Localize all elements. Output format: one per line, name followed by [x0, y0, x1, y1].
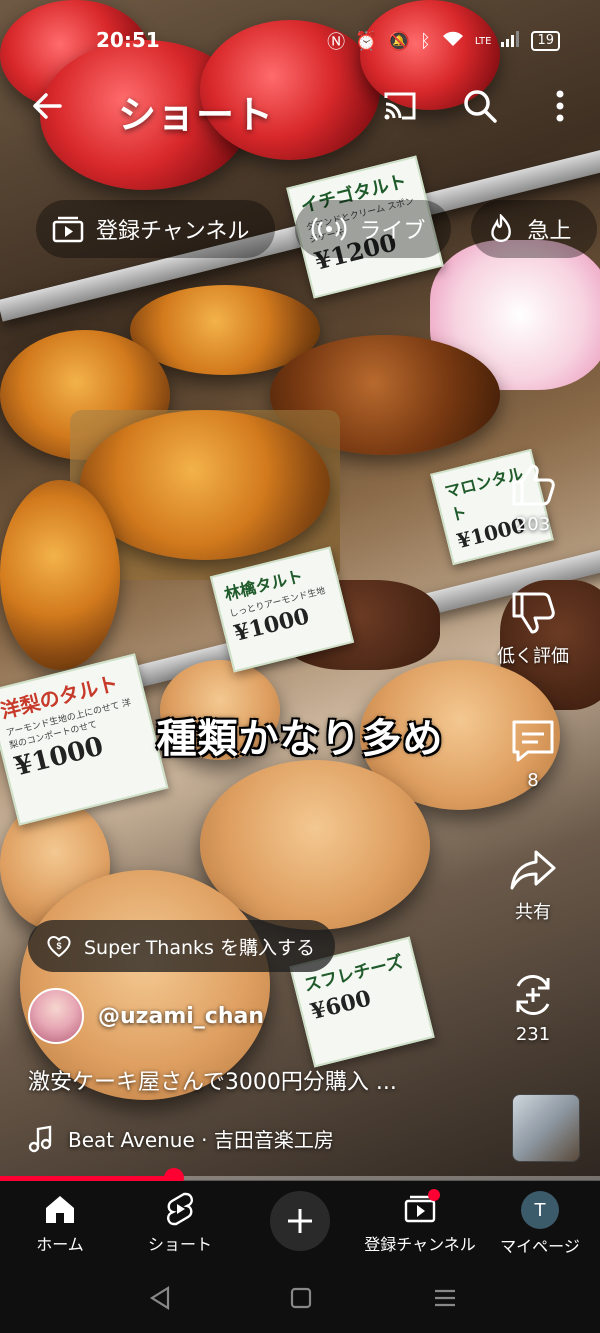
channel-handle[interactable]: @uzami_chan: [98, 1004, 264, 1029]
remix-icon: [516, 975, 550, 1015]
thumbs-down-icon: [512, 592, 555, 634]
create-button[interactable]: [270, 1191, 330, 1251]
cast-button[interactable]: [380, 86, 420, 126]
home-icon: [46, 1196, 74, 1223]
nav-home[interactable]: ホーム: [0, 1191, 120, 1255]
nav-subscriptions-label: 登録チャンネル: [364, 1235, 476, 1254]
channel-avatar[interactable]: [28, 988, 84, 1044]
feed-filter-chips: 登録チャンネル ライブ 急上: [36, 200, 598, 258]
triangle-back-icon: [149, 1286, 170, 1310]
like-count: 203: [515, 514, 551, 535]
comments-button[interactable]: 8: [488, 716, 578, 791]
system-home-button[interactable]: [286, 1283, 316, 1313]
chip-trending[interactable]: 急上: [471, 200, 598, 258]
nav-shorts[interactable]: ショート: [120, 1191, 240, 1255]
search-icon: [464, 90, 497, 123]
mute-icon: 🔕: [387, 30, 411, 52]
search-button[interactable]: [460, 86, 500, 126]
share-label: 共有: [515, 902, 551, 923]
shorts-icon: [166, 1192, 194, 1226]
status-icons: Ⓝ ⏰ 🔕 ᛒ LTE 19: [327, 28, 560, 54]
remix-count: 231: [515, 1024, 551, 1045]
video-title[interactable]: 激安ケーキ屋さんで3000円分購入 ...: [28, 1064, 397, 1096]
pear-tart-image: [0, 480, 120, 670]
alarm-icon: ⏰: [355, 30, 378, 52]
music-info[interactable]: Beat Avenue · 吉田音楽工房: [28, 1124, 334, 1153]
page-title: ショート: [118, 93, 275, 137]
network-type: LTE: [474, 35, 492, 47]
dislike-label: 低く評価: [497, 646, 569, 667]
arrow-left-icon: [33, 93, 62, 119]
thumbs-up-icon: [512, 464, 555, 506]
share-icon: [510, 850, 556, 890]
chip-live[interactable]: ライブ: [295, 200, 452, 258]
plus-icon: [288, 1209, 312, 1233]
remix-button[interactable]: 231: [488, 970, 578, 1045]
live-icon: [311, 217, 347, 241]
chip-label: 急上: [527, 219, 572, 244]
comment-icon: [512, 720, 554, 762]
music-title: Beat Avenue · 吉田音楽工房: [68, 1128, 334, 1152]
signal-icon: [501, 30, 521, 52]
chip-label: ライブ: [359, 219, 426, 244]
notification-dot: [428, 1189, 440, 1201]
chip-label: 登録チャンネル: [96, 219, 250, 244]
top-bar: ショート: [0, 80, 600, 137]
wifi-icon: [441, 30, 465, 53]
apple-tart-image: [80, 410, 330, 560]
system-navigation: [0, 1265, 600, 1333]
trending-icon: [491, 214, 512, 243]
super-thanks-label: Super Thanks を購入する: [84, 936, 315, 959]
nfc-icon: Ⓝ: [327, 32, 346, 53]
nav-profile-label: マイページ: [500, 1237, 580, 1256]
battery-indicator: 19: [531, 31, 560, 51]
square-home-icon: [290, 1287, 312, 1309]
nav-shorts-label: ショート: [147, 1235, 212, 1254]
bottom-navigation: ホーム ショート 登録チャンネル T マイページ: [0, 1181, 600, 1265]
system-recents-button[interactable]: [430, 1283, 460, 1313]
nav-profile[interactable]: T マイページ: [480, 1191, 600, 1257]
cast-icon: [384, 92, 416, 120]
status-time: 20:51: [96, 28, 160, 52]
channel-info[interactable]: @uzami_chan: [28, 988, 264, 1044]
like-button[interactable]: 203: [488, 460, 578, 535]
bluetooth-icon: ᛒ: [420, 30, 431, 52]
super-thanks-button[interactable]: $ Super Thanks を購入する: [28, 920, 335, 972]
heart-dollar-icon: $: [47, 936, 71, 958]
dislike-button[interactable]: 低く評価: [488, 588, 578, 668]
more-vertical-icon: [556, 90, 564, 122]
menu-lines-icon: [435, 1289, 455, 1307]
system-back-button[interactable]: [146, 1283, 176, 1313]
svg-text:$: $: [56, 941, 61, 951]
more-options-button[interactable]: [540, 86, 580, 126]
share-button[interactable]: 共有: [488, 844, 578, 924]
profile-avatar: T: [521, 1191, 559, 1229]
status-bar: 20:51 Ⓝ ⏰ 🔕 ᛒ LTE 19: [0, 0, 600, 80]
back-button[interactable]: [28, 86, 68, 126]
nav-home-label: ホーム: [36, 1235, 84, 1254]
shorts-screen: イチゴタルト ダマンドとクリーム スポンジケーキ ¥1200 マロンタルト ¥1…: [0, 0, 600, 1333]
music-note-icon: [28, 1125, 52, 1152]
comments-count: 8: [527, 770, 539, 791]
sound-thumbnail[interactable]: [512, 1094, 580, 1162]
chip-subscriptions[interactable]: 登録チャンネル: [36, 200, 276, 258]
nav-subscriptions[interactable]: 登録チャンネル: [360, 1189, 480, 1255]
subscriptions-icon: [52, 216, 84, 243]
